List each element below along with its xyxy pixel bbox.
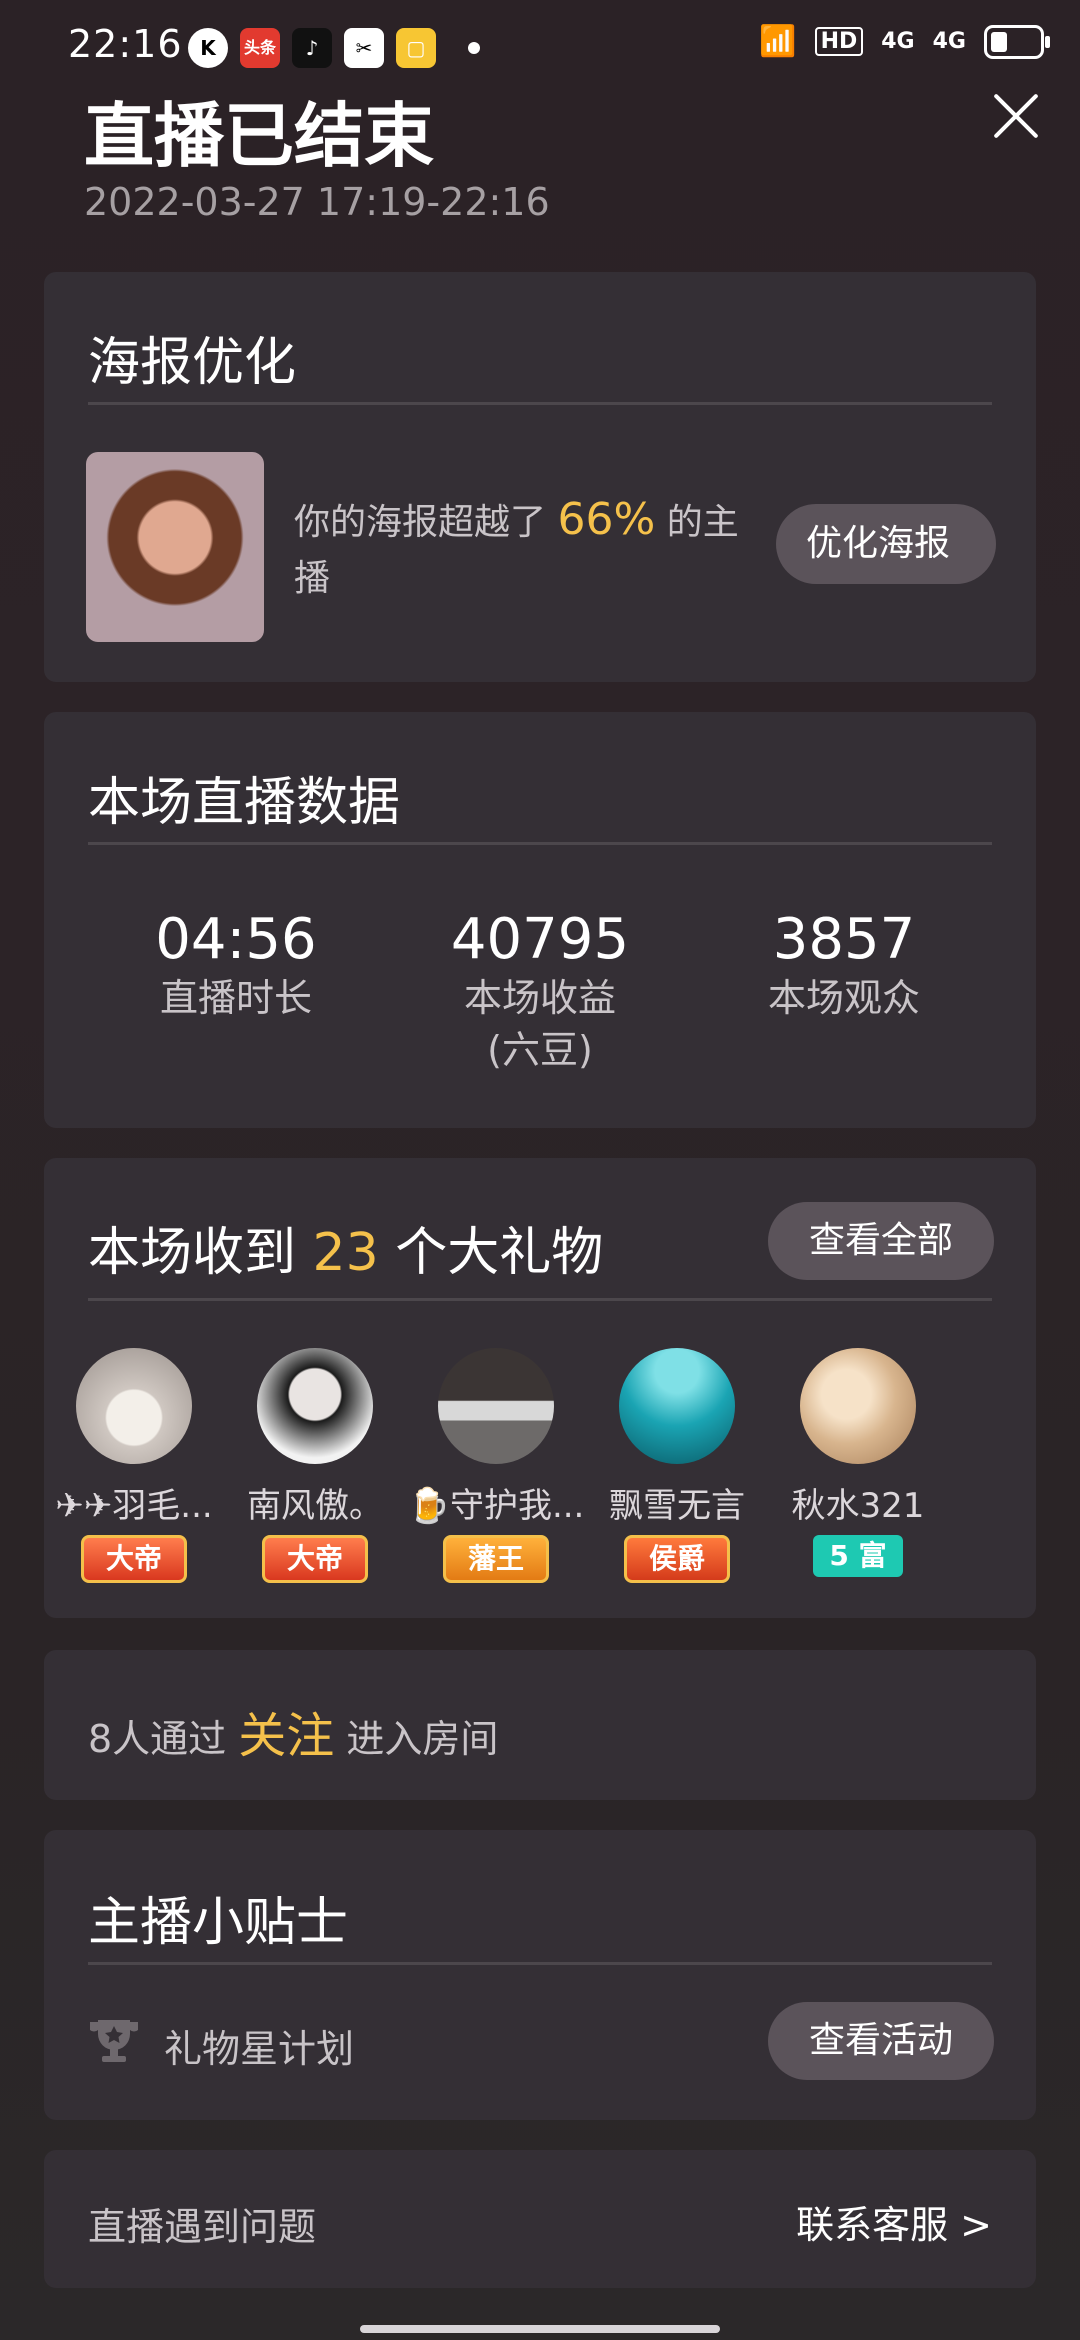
stat-revenue: 40795 本场收益 (六豆)	[390, 907, 690, 1076]
gifts-count: 23	[312, 1223, 379, 1283]
avatar	[257, 1348, 373, 1464]
gifts-title-before: 本场收到	[88, 1223, 297, 1283]
k-app-icon: K	[188, 28, 228, 68]
poster-percent: 66%	[557, 494, 656, 545]
live-data-title: 本场直播数据	[88, 773, 401, 833]
gifts-card: 本场收到 23 个大礼物 查看全部 ✈✈羽毛... 大帝 南风傲。 大帝 🍺守护…	[44, 1158, 1036, 1618]
hd-icon: HD	[814, 27, 864, 56]
view-activity-button[interactable]: 查看活动	[768, 2002, 994, 2080]
trophy-icon	[86, 2016, 142, 2066]
gift-user[interactable]: 秋水321 5 富	[768, 1348, 948, 1577]
gift-user-name: 秋水321	[791, 1486, 925, 1526]
wifi-icon: 📶	[759, 24, 797, 59]
follow-text: 8人通过 关注 进入房间	[88, 1696, 498, 1766]
divider	[88, 1298, 992, 1301]
follow-suffix: 进入房间	[346, 1717, 499, 1761]
rank-badge: 大帝	[80, 1535, 187, 1583]
page-title: 直播已结束	[84, 95, 434, 177]
signal-1-icon: 4G	[881, 29, 915, 54]
tiktok-app-icon: ♪	[292, 28, 332, 68]
rank-badge: 5 富	[813, 1535, 903, 1577]
tips-card: 主播小贴士 礼物星计划 查看活动	[44, 1830, 1036, 2120]
follow-card: 8人通过 关注 进入房间	[44, 1650, 1036, 1800]
status-time: 22:16	[68, 22, 183, 66]
stat-viewers-value: 3857	[772, 907, 916, 972]
poster-card-title: 海报优化	[88, 333, 297, 393]
stat-viewers: 3857 本场观众	[694, 907, 994, 1024]
stat-viewers-label: 本场观众	[767, 976, 920, 1020]
gift-user-name: 飘雪无言	[609, 1486, 745, 1526]
avatar	[438, 1348, 554, 1464]
battery-icon	[984, 24, 1050, 59]
optimize-poster-label: 优化海报	[806, 523, 951, 564]
stat-duration-value: 04:56	[155, 907, 317, 972]
stat-duration-label: 直播时长	[159, 976, 312, 1020]
toutiao-app-icon: 头条	[240, 28, 280, 68]
avatar	[76, 1348, 192, 1464]
gift-user-name: ✈✈羽毛...	[55, 1486, 213, 1526]
problem-label: 直播遇到问题	[88, 2205, 317, 2249]
poster-text-before: 你的海报超越了	[294, 502, 547, 543]
rank-badge: 大帝	[261, 1535, 368, 1583]
stat-duration: 04:56 直播时长	[86, 907, 386, 1024]
rank-badge: 侯爵	[623, 1535, 730, 1583]
gifts-title-after: 个大礼物	[395, 1223, 604, 1283]
gift-star-plan-label: 礼物星计划	[164, 2027, 355, 2071]
gift-user[interactable]: 飘雪无言 侯爵	[587, 1348, 767, 1583]
home-indicator[interactable]	[360, 2325, 720, 2333]
live-time-range: 2022-03-27 17:19-22:16	[84, 180, 550, 224]
poster-card: 海报优化 你的海报超越了 66% 的主播 优化海报	[44, 272, 1036, 682]
live-data-card: 本场直播数据 04:56 直播时长 40795 本场收益 (六豆) 3857 本…	[44, 712, 1036, 1128]
rank-badge: 藩王	[442, 1535, 549, 1583]
poster-rank-text: 你的海报超越了 66% 的主播	[294, 492, 764, 607]
gift-user[interactable]: ✈✈羽毛... 大帝	[44, 1348, 224, 1583]
gifts-title: 本场收到 23 个大礼物	[88, 1210, 603, 1285]
gift-user[interactable]: 🍺守护我... 藩王	[406, 1348, 586, 1583]
poster-thumbnail[interactable]	[86, 452, 264, 642]
contact-support-link[interactable]: 联系客服 >	[796, 2194, 992, 2249]
stat-revenue-label: 本场收益 (六豆)	[463, 976, 616, 1072]
follow-prefix: 8人通过	[88, 1717, 227, 1761]
gift-user[interactable]: 南风傲。 大帝	[225, 1348, 405, 1583]
close-icon[interactable]	[986, 88, 1042, 144]
problem-card: 直播遇到问题 联系客服 >	[44, 2150, 1036, 2288]
notification-dot-icon	[468, 42, 480, 54]
avatar	[800, 1348, 916, 1464]
optimize-poster-button[interactable]: 优化海报	[776, 504, 996, 584]
view-all-button[interactable]: 查看全部	[768, 1202, 994, 1280]
tips-title: 主播小贴士	[88, 1893, 349, 1953]
follow-highlight: 关注	[238, 1708, 335, 1764]
gift-user-name: 🍺守护我...	[407, 1486, 585, 1526]
signal-2-icon: 4G	[932, 29, 966, 54]
divider	[88, 842, 992, 845]
stat-revenue-value: 40795	[450, 907, 630, 972]
capcut-app-icon: ✂	[344, 28, 384, 68]
divider	[88, 1962, 992, 1965]
avatar	[619, 1348, 735, 1464]
gift-user-name: 南风傲。	[247, 1486, 383, 1526]
divider	[88, 402, 992, 405]
notes-app-icon: ▢	[396, 28, 436, 68]
